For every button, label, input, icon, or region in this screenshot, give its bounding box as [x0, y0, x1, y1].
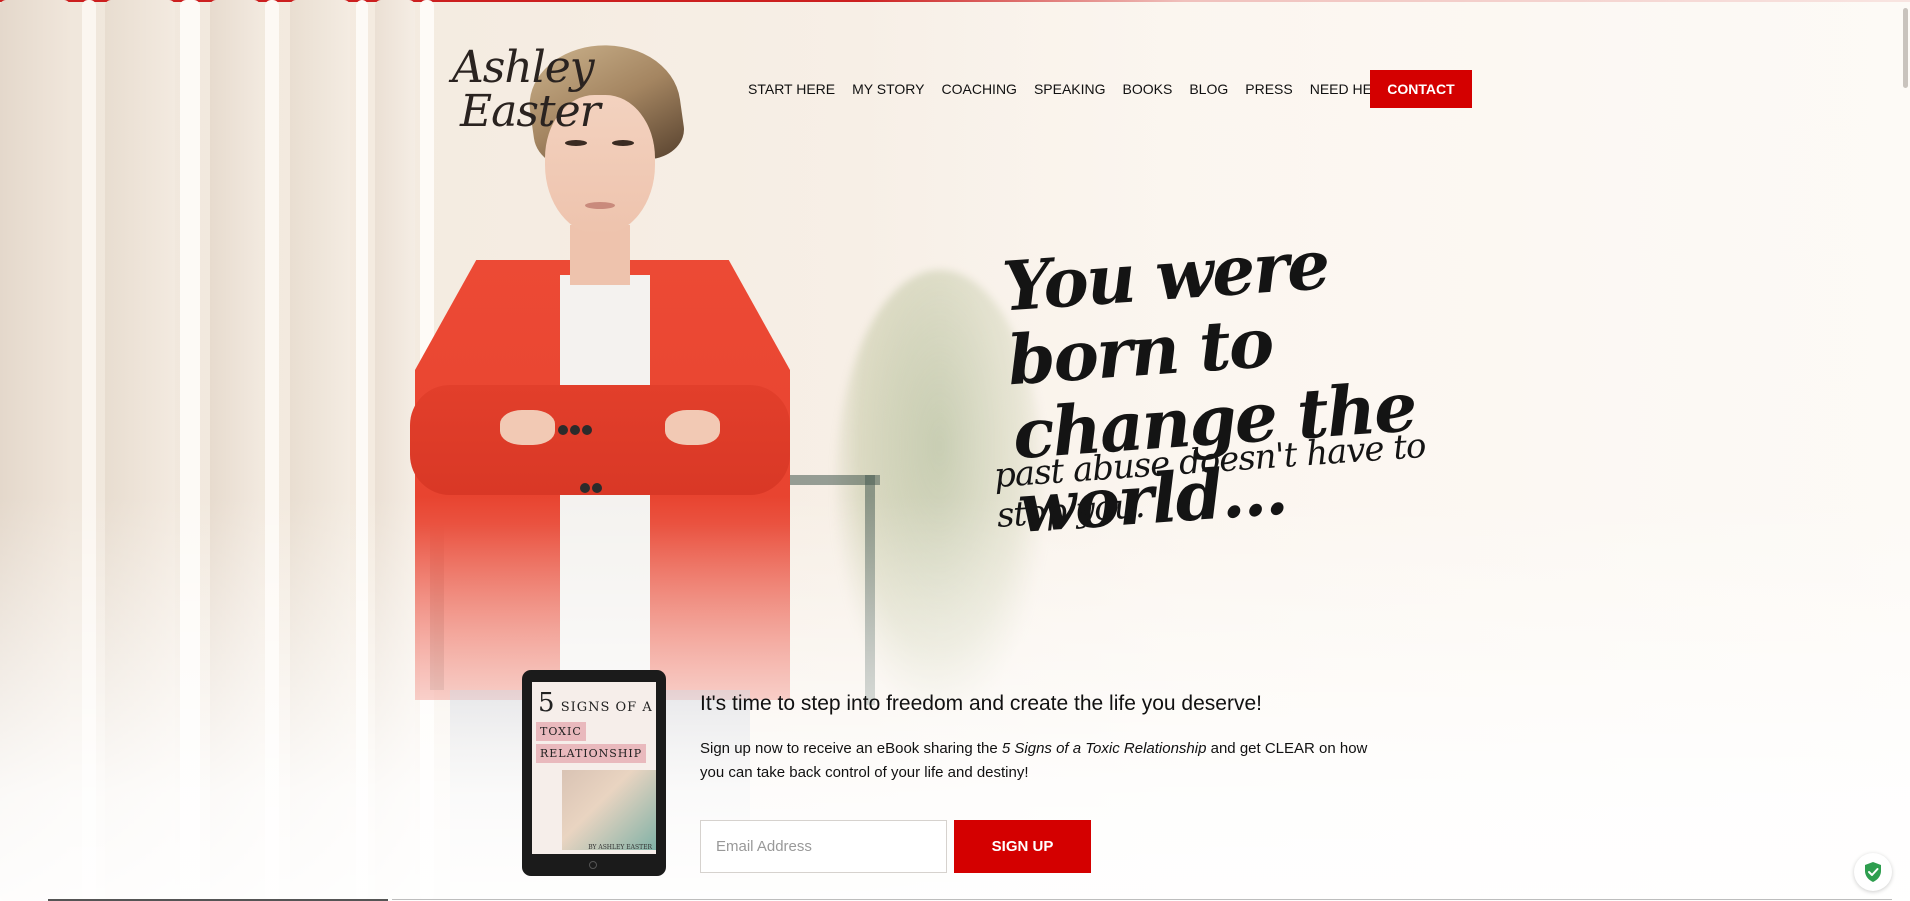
- bottom-divider-light: [392, 899, 1892, 900]
- optin-ebook-title: 5 Signs of a Toxic Relationship: [1001, 740, 1207, 757]
- ebook-cover-tablet: 5 SIGNS OF A TOXIC RELATIONSHIP BY ASHLE…: [522, 670, 666, 876]
- nav-speaking[interactable]: SPEAKING: [1034, 81, 1106, 97]
- ebook-cover-number: 5: [538, 688, 556, 718]
- nav-coaching[interactable]: COACHING: [942, 81, 1017, 97]
- nav-start-here[interactable]: START HERE: [748, 81, 835, 97]
- ebook-cover-title: 5 SIGNS OF A: [538, 688, 653, 718]
- sign-up-button[interactable]: SIGN UP: [954, 820, 1091, 873]
- nav-press[interactable]: PRESS: [1245, 81, 1292, 97]
- nav-blog[interactable]: BLOG: [1189, 81, 1228, 97]
- shield-check-icon[interactable]: [1854, 853, 1892, 891]
- optin-title: It's time to step into freedom and creat…: [700, 692, 1262, 715]
- tablet-home-button: [589, 861, 597, 869]
- ebook-cover-tag-relationship: RELATIONSHIP: [536, 744, 647, 763]
- ebook-cover: 5 SIGNS OF A TOXIC RELATIONSHIP BY ASHLE…: [532, 682, 656, 854]
- contact-button[interactable]: CONTACT: [1370, 70, 1472, 108]
- email-input[interactable]: [700, 820, 947, 873]
- optin-description: Sign up now to receive an eBook sharing …: [700, 737, 1390, 785]
- nav-books[interactable]: BOOKS: [1123, 81, 1173, 97]
- site-logo[interactable]: Ashley Easter: [430, 42, 601, 142]
- nav-my-story[interactable]: MY STORY: [852, 81, 924, 97]
- optin-description-start: Sign up now to receive an eBook sharing …: [700, 740, 1002, 757]
- ebook-cover-title-words: SIGNS OF A: [560, 700, 653, 715]
- ebook-cover-author: BY ASHLEY EASTER: [588, 844, 652, 851]
- ebook-cover-photo: [562, 770, 656, 850]
- ebook-cover-tag-toxic: TOXIC: [536, 722, 586, 741]
- main-nav: START HERE MY STORY COACHING SPEAKING BO…: [748, 70, 1414, 108]
- scrollbar-thumb[interactable]: [1903, 8, 1908, 88]
- logo-text-last: Easter: [460, 86, 601, 137]
